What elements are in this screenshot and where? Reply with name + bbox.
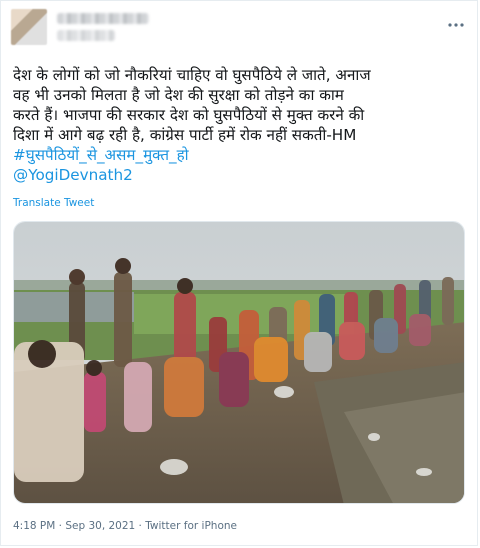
tweet-text-line: देश के लोगों को जो नौकरियां चाहिए वो घुस… (13, 66, 371, 84)
avatar[interactable] (11, 9, 47, 45)
crowd-photo-illustration (14, 222, 464, 503)
translate-tweet-link[interactable]: Translate Tweet (13, 197, 94, 209)
tweet-text-line: करते हैं। भाजपा की सरकार देश को घुसपैठिय… (13, 106, 365, 124)
author-name-redacted[interactable] (57, 13, 149, 24)
tweet-source[interactable]: Twitter for iPhone (145, 520, 237, 532)
tweet-text: देश के लोगों को जो नौकरियां चाहिए वो घुस… (13, 65, 469, 185)
mention-link[interactable]: @YogiDevnath2 (13, 165, 469, 185)
meta-separator: · (135, 520, 146, 532)
more-options-button[interactable] (443, 11, 469, 31)
tweet-date[interactable]: Sep 30, 2021 (65, 520, 135, 532)
author-handle-redacted (57, 30, 115, 41)
tweet-text-line: वह भी उनको मिलता है जो देश की सुरक्षा को… (13, 86, 344, 104)
tweet-card: देश के लोगों को जो नौकरियां चाहिए वो घुस… (0, 0, 478, 546)
tweet-meta: 4:18 PM · Sep 30, 2021 · Twitter for iPh… (13, 520, 237, 532)
tweet-photo[interactable] (13, 221, 465, 504)
more-horizontal-icon (448, 12, 464, 31)
hashtag-link[interactable]: #घुसपैठियों_से_असम_मुक्त_हो (13, 145, 469, 165)
tweet-time[interactable]: 4:18 PM (13, 520, 55, 532)
meta-separator: · (55, 520, 66, 532)
tweet-text-line: दिशा में आगे बढ़ रही है, कांग्रेस पार्टी… (13, 126, 357, 144)
tweet-header (11, 9, 471, 45)
